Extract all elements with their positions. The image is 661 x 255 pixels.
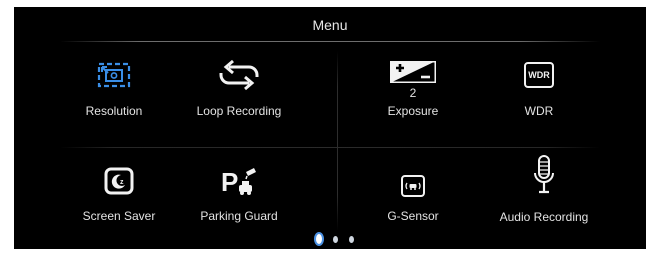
page-dot-3[interactable] bbox=[349, 236, 354, 243]
wdr-badge-text: WDR bbox=[528, 70, 550, 80]
menu-title: Menu bbox=[312, 17, 348, 33]
menu-item-loop-recording[interactable]: Loop Recording bbox=[169, 57, 309, 127]
menu-item-label: WDR bbox=[524, 104, 554, 118]
parking-guard-icon: P bbox=[219, 165, 259, 202]
menu-item-audio-recording[interactable]: Audio Recording bbox=[474, 155, 614, 231]
row-divider bbox=[60, 147, 600, 148]
menu-item-g-sensor[interactable]: G-Sensor bbox=[343, 162, 483, 232]
column-divider bbox=[337, 51, 338, 231]
resolution-icon bbox=[97, 62, 131, 93]
exposure-value: 2 bbox=[409, 86, 417, 100]
menu-item-label: Parking Guard bbox=[200, 209, 278, 223]
title-divider bbox=[60, 41, 600, 42]
svg-text:z: z bbox=[120, 179, 124, 186]
menu-screen: Menu Resolution Loop Recording 2 Exposur… bbox=[14, 7, 646, 249]
menu-item-parking-guard[interactable]: P Parking Guard bbox=[169, 162, 309, 232]
loop-recording-icon bbox=[217, 59, 261, 96]
menu-item-screen-saver[interactable]: z Screen Saver bbox=[49, 162, 189, 232]
menu-item-exposure[interactable]: 2 Exposure bbox=[343, 57, 483, 127]
page-dot-1[interactable] bbox=[316, 234, 322, 244]
g-sensor-icon bbox=[401, 175, 425, 202]
menu-item-label: Resolution bbox=[85, 104, 143, 118]
page-indicator bbox=[14, 233, 646, 245]
page-dot-2[interactable] bbox=[333, 236, 338, 243]
menu-item-label: Screen Saver bbox=[82, 209, 156, 223]
wdr-icon: WDR bbox=[524, 62, 554, 88]
screen-saver-icon: z bbox=[104, 167, 134, 200]
menu-item-label: Audio Recording bbox=[499, 210, 589, 224]
menu-item-resolution[interactable]: Resolution bbox=[44, 57, 184, 127]
microphone-icon bbox=[533, 155, 555, 202]
menu-item-label: Loop Recording bbox=[196, 104, 282, 118]
menu-item-wdr[interactable]: WDR WDR bbox=[469, 57, 609, 127]
svg-text:P: P bbox=[221, 167, 238, 197]
menu-item-label: G-Sensor bbox=[387, 209, 439, 223]
menu-item-label: Exposure bbox=[387, 104, 439, 118]
